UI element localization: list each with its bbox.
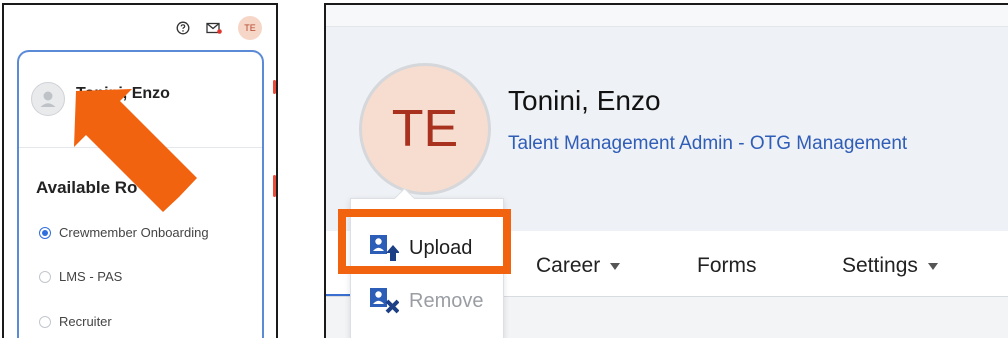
nav-career[interactable]: Career — [536, 254, 621, 278]
user-profile-card: Tonini, Enzo Available Ro Crewmember Onb… — [17, 50, 264, 338]
nav-settings[interactable]: Settings — [842, 254, 938, 278]
screenshot-canvas: TE Tonini, Enzo Available Ro Crewmember … — [0, 0, 1008, 338]
role-option-lms-pas[interactable]: LMS - PAS — [39, 269, 122, 284]
upload-label: Upload — [409, 236, 473, 259]
profile-name: Tonini, Enzo — [508, 85, 661, 116]
photo-options-menu: Upload Remove — [350, 198, 504, 338]
caret-down-icon — [927, 262, 938, 270]
scroll-indicator — [273, 175, 276, 197]
user-row: Tonini, Enzo — [19, 52, 262, 148]
remove-label: Remove — [409, 289, 484, 312]
profile-avatar[interactable]: TE — [359, 63, 491, 195]
scroll-indicator — [273, 80, 276, 94]
role-label: LMS - PAS — [59, 269, 123, 284]
role-label: Recruiter — [59, 314, 112, 329]
default-avatar-icon[interactable] — [31, 82, 65, 116]
caret-down-icon — [610, 262, 621, 270]
user-name: Tonini, Enzo — [76, 85, 170, 102]
role-option-crewmember-onboarding[interactable]: Crewmember Onboarding — [39, 225, 209, 240]
profile-title-link[interactable]: Talent Management Admin - OTG Management — [508, 133, 907, 155]
nav-career-label: Career — [536, 254, 601, 277]
upload-photo-button[interactable]: Upload — [369, 234, 472, 262]
radio-selected-icon[interactable] — [39, 226, 51, 239]
radio-unselected-icon[interactable] — [39, 270, 51, 283]
role-option-recruiter[interactable]: Recruiter — [39, 314, 112, 329]
nav-settings-label: Settings — [842, 254, 918, 277]
radio-unselected-icon[interactable] — [39, 315, 51, 328]
nav-forms-label: Forms — [697, 254, 757, 277]
role-label: Crewmember Onboarding — [59, 225, 209, 240]
user-avatar-small[interactable]: TE — [238, 16, 262, 40]
top-strip — [326, 5, 1008, 27]
upload-photo-icon — [370, 235, 399, 261]
help-icon[interactable] — [176, 21, 190, 35]
remove-photo-button[interactable]: Remove — [369, 287, 483, 315]
profile-page-panel: TE Tonini, Enzo Talent Management Admin … — [324, 3, 1008, 338]
mail-icon[interactable] — [206, 21, 222, 35]
available-roles-heading: Available Ro — [36, 178, 138, 197]
header-toolbar: TE — [176, 13, 262, 43]
profile-dropdown-panel: TE Tonini, Enzo Available Ro Crewmember … — [2, 3, 278, 338]
remove-photo-icon — [370, 288, 399, 314]
nav-forms[interactable]: Forms — [697, 254, 757, 278]
